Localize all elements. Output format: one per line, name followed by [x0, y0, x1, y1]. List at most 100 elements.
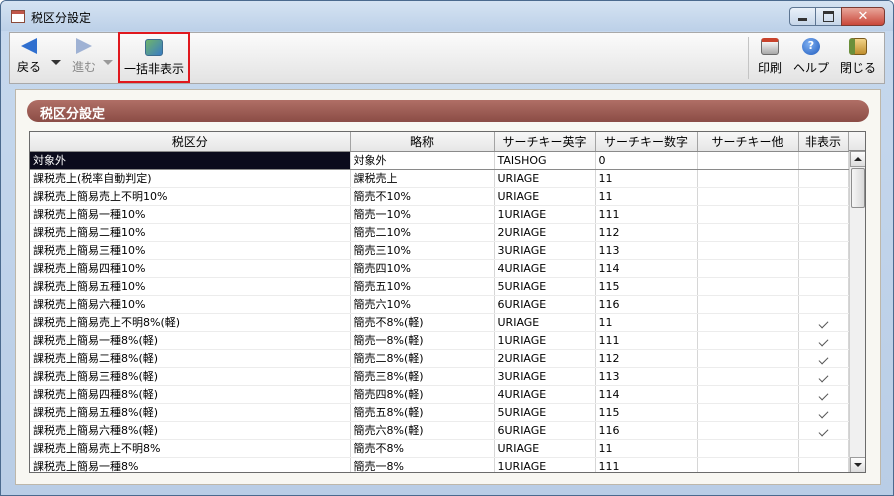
cell-abbreviation[interactable]: 簡売二10% — [350, 223, 495, 242]
cell-search-key-alpha[interactable]: TAISHOG — [494, 150, 596, 170]
cell-search-key-other[interactable] — [697, 439, 799, 458]
table-row[interactable]: 課税売上簡易三種8%(軽) 簡売三8%(軽) 3URIAGE 113 — [30, 367, 849, 386]
cell-abbreviation[interactable]: 簡売一10% — [350, 205, 495, 224]
cell-tax-category[interactable]: 課税売上簡易売上不明8%(軽) — [30, 313, 351, 332]
cell-tax-category[interactable]: 課税売上簡易四種8%(軽) — [30, 385, 351, 404]
scroll-up-button[interactable] — [850, 151, 865, 167]
cell-hidden-checkbox[interactable] — [798, 241, 849, 260]
cell-search-key-number[interactable]: 115 — [595, 277, 698, 296]
table-row[interactable]: 課税売上簡易三種10% 簡売三10% 3URIAGE 113 — [30, 241, 849, 260]
cell-hidden-checkbox[interactable] — [798, 169, 849, 188]
table-row[interactable]: 課税売上簡易売上不明8%(軽) 簡売不8%(軽) URIAGE 11 — [30, 313, 849, 332]
cell-search-key-alpha[interactable]: 3URIAGE — [494, 241, 596, 260]
cell-hidden-checkbox[interactable] — [798, 295, 849, 314]
table-row[interactable]: 課税売上簡易一種10% 簡売一10% 1URIAGE 111 — [30, 205, 849, 224]
cell-search-key-other[interactable] — [697, 367, 799, 386]
cell-search-key-alpha[interactable]: 5URIAGE — [494, 277, 596, 296]
cell-search-key-other[interactable] — [697, 259, 799, 278]
cell-search-key-alpha[interactable]: URIAGE — [494, 169, 596, 188]
cell-search-key-number[interactable]: 114 — [595, 385, 698, 404]
cell-tax-category[interactable]: 課税売上簡易一種8% — [30, 457, 351, 472]
cell-hidden-checkbox[interactable] — [798, 150, 849, 170]
cell-hidden-checkbox[interactable] — [798, 349, 849, 368]
cell-abbreviation[interactable]: 簡売不10% — [350, 187, 495, 206]
cell-search-key-number[interactable]: 115 — [595, 403, 698, 422]
cell-search-key-alpha[interactable]: 5URIAGE — [494, 403, 596, 422]
cell-search-key-other[interactable] — [697, 241, 799, 260]
table-row[interactable]: 課税売上簡易五種8%(軽) 簡売五8%(軽) 5URIAGE 115 — [30, 403, 849, 422]
cell-abbreviation[interactable]: 課税売上 — [350, 169, 495, 188]
cell-abbreviation[interactable]: 簡売四8%(軽) — [350, 385, 495, 404]
cell-search-key-number[interactable]: 111 — [595, 457, 698, 472]
cell-search-key-other[interactable] — [697, 385, 799, 404]
cell-hidden-checkbox[interactable] — [798, 439, 849, 458]
hide-all-button[interactable]: 一括非表示 — [118, 32, 190, 83]
forward-dropdown-button[interactable] — [102, 55, 114, 65]
cell-tax-category[interactable]: 課税売上簡易売上不明8% — [30, 439, 351, 458]
cell-search-key-number[interactable]: 11 — [595, 313, 698, 332]
back-button[interactable]: 戻る — [14, 33, 44, 83]
cell-search-key-other[interactable] — [697, 277, 799, 296]
back-dropdown-button[interactable] — [50, 55, 62, 65]
cell-search-key-alpha[interactable]: URIAGE — [494, 439, 596, 458]
maximize-button[interactable] — [815, 7, 841, 26]
cell-tax-category[interactable]: 課税売上(税率自動判定) — [30, 169, 351, 188]
cell-tax-category[interactable]: 課税売上簡易一種10% — [30, 205, 351, 224]
cell-search-key-alpha[interactable]: URIAGE — [494, 187, 596, 206]
cell-search-key-number[interactable]: 116 — [595, 295, 698, 314]
table-row[interactable]: 対象外 対象外 TAISHOG 0 — [30, 150, 849, 170]
cell-search-key-other[interactable] — [697, 295, 799, 314]
cell-abbreviation[interactable]: 簡売四10% — [350, 259, 495, 278]
cell-search-key-other[interactable] — [697, 223, 799, 242]
cell-search-key-other[interactable] — [697, 205, 799, 224]
column-header-search-key-number[interactable]: サーチキー数字 — [595, 132, 698, 152]
cell-search-key-number[interactable]: 0 — [595, 150, 698, 170]
table-row[interactable]: 課税売上簡易四種8%(軽) 簡売四8%(軽) 4URIAGE 114 — [30, 385, 849, 404]
table-row[interactable]: 課税売上簡易一種8%(軽) 簡売一8%(軽) 1URIAGE 111 — [30, 331, 849, 350]
cell-search-key-other[interactable] — [697, 169, 799, 188]
cell-tax-category[interactable]: 課税売上簡易二種8%(軽) — [30, 349, 351, 368]
cell-tax-category[interactable]: 課税売上簡易四種10% — [30, 259, 351, 278]
cell-hidden-checkbox[interactable] — [798, 187, 849, 206]
cell-search-key-number[interactable]: 111 — [595, 205, 698, 224]
cell-search-key-alpha[interactable]: 2URIAGE — [494, 349, 596, 368]
cell-search-key-number[interactable]: 114 — [595, 259, 698, 278]
cell-search-key-other[interactable] — [697, 187, 799, 206]
cell-search-key-number[interactable]: 11 — [595, 439, 698, 458]
cell-abbreviation[interactable]: 簡売五8%(軽) — [350, 403, 495, 422]
cell-search-key-alpha[interactable]: 1URIAGE — [494, 457, 596, 472]
cell-search-key-other[interactable] — [697, 313, 799, 332]
cell-abbreviation[interactable]: 簡売五10% — [350, 277, 495, 296]
cell-tax-category[interactable]: 課税売上簡易三種8%(軽) — [30, 367, 351, 386]
cell-abbreviation[interactable]: 簡売六10% — [350, 295, 495, 314]
cell-abbreviation[interactable]: 簡売六8%(軽) — [350, 421, 495, 440]
cell-hidden-checkbox[interactable] — [798, 367, 849, 386]
window-close-button[interactable]: ✕ — [841, 7, 885, 26]
cell-tax-category[interactable]: 課税売上簡易売上不明10% — [30, 187, 351, 206]
cell-search-key-other[interactable] — [697, 403, 799, 422]
table-row[interactable]: 課税売上簡易六種8%(軽) 簡売六8%(軽) 6URIAGE 116 — [30, 421, 849, 440]
cell-abbreviation[interactable]: 簡売一8% — [350, 457, 495, 472]
table-row[interactable]: 課税売上簡易四種10% 簡売四10% 4URIAGE 114 — [30, 259, 849, 278]
table-row[interactable]: 課税売上簡易六種10% 簡売六10% 6URIAGE 116 — [30, 295, 849, 314]
cell-hidden-checkbox[interactable] — [798, 205, 849, 224]
cell-search-key-other[interactable] — [697, 457, 799, 472]
table-row[interactable]: 課税売上簡易二種8%(軽) 簡売二8%(軽) 2URIAGE 112 — [30, 349, 849, 368]
cell-hidden-checkbox[interactable] — [798, 313, 849, 332]
cell-abbreviation[interactable]: 対象外 — [350, 150, 495, 170]
cell-hidden-checkbox[interactable] — [798, 457, 849, 472]
cell-search-key-number[interactable]: 112 — [595, 223, 698, 242]
cell-tax-category[interactable]: 課税売上簡易二種10% — [30, 223, 351, 242]
scroll-thumb[interactable] — [851, 168, 865, 208]
minimize-button[interactable] — [789, 7, 815, 26]
column-header-hidden[interactable]: 非表示 — [798, 132, 849, 152]
cell-search-key-alpha[interactable]: 1URIAGE — [494, 331, 596, 350]
cell-search-key-alpha[interactable]: 6URIAGE — [494, 295, 596, 314]
cell-tax-category[interactable]: 課税売上簡易五種8%(軽) — [30, 403, 351, 422]
cell-search-key-other[interactable] — [697, 349, 799, 368]
cell-tax-category[interactable]: 課税売上簡易三種10% — [30, 241, 351, 260]
cell-search-key-alpha[interactable]: 1URIAGE — [494, 205, 596, 224]
print-button[interactable]: 印刷 — [754, 33, 786, 83]
table-row[interactable]: 課税売上簡易五種10% 簡売五10% 5URIAGE 115 — [30, 277, 849, 296]
cell-tax-category[interactable]: 対象外 — [30, 150, 351, 170]
